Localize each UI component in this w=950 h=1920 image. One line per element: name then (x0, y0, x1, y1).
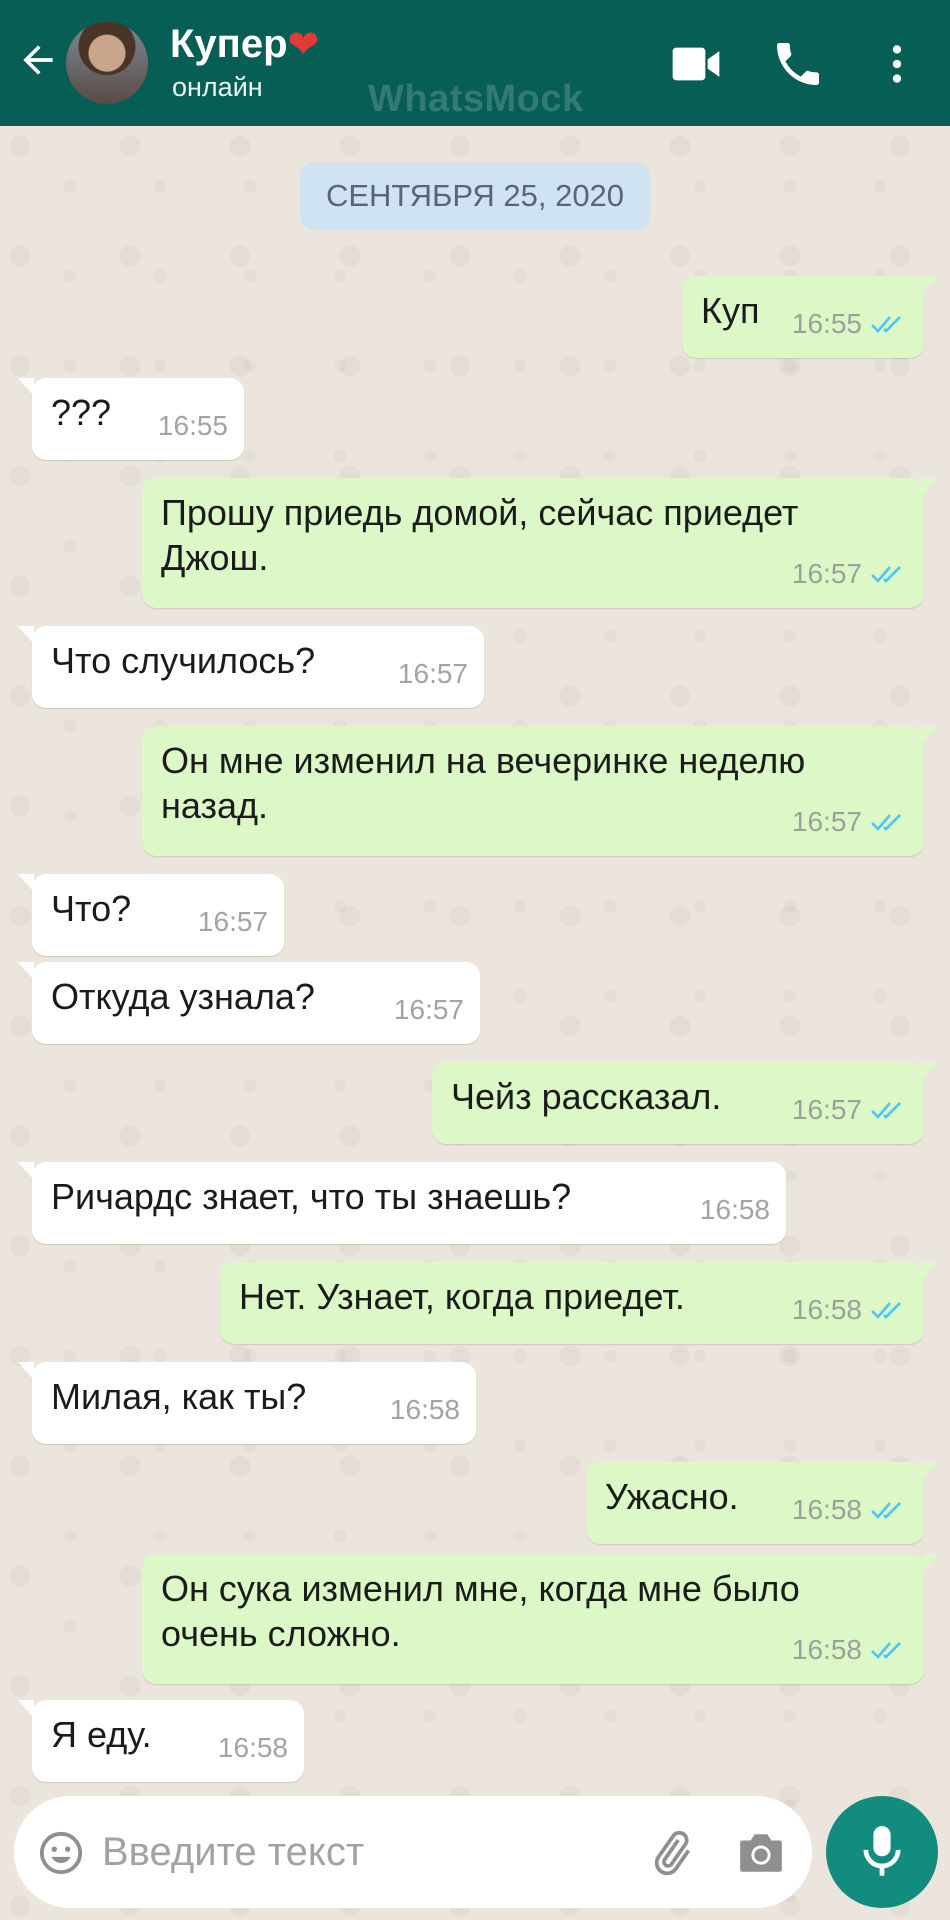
message-meta: 16:55 (158, 403, 228, 448)
message-time: 16:57 (197, 906, 268, 937)
message-outgoing[interactable]: Куп 16:55 (682, 276, 938, 358)
message-text: Чейз рассказал. (451, 1076, 722, 1117)
message-input-bar[interactable]: Введите текст (14, 1796, 812, 1908)
message-incoming[interactable]: Откуда узнала? 16:57 (18, 962, 480, 1044)
message-outgoing[interactable]: Ужасно. 16:58 (586, 1462, 938, 1544)
back-arrow-icon[interactable] (16, 38, 60, 82)
message-meta: 16:57 (792, 799, 908, 844)
message-time: 16:58 (389, 1394, 460, 1425)
message-incoming[interactable]: Что случилось? 16:57 (18, 626, 484, 708)
message-meta: 16:57 (394, 987, 464, 1032)
read-ticks-icon (871, 1641, 901, 1659)
watermark: WhatsMock (368, 78, 584, 120)
read-ticks-icon (871, 1301, 901, 1319)
message-text: Откуда узнала? (51, 976, 315, 1017)
message-time: 16:58 (791, 1634, 862, 1665)
read-ticks-icon (871, 315, 901, 333)
message-time: 16:58 (791, 1294, 862, 1325)
message-time: 16:57 (397, 658, 468, 689)
message-meta: 16:58 (792, 1287, 908, 1332)
message-outgoing[interactable]: Он мне изменил на вечеринке неделю назад… (142, 726, 938, 856)
message-time: 16:57 (791, 558, 862, 589)
emoji-icon[interactable] (38, 1830, 84, 1876)
message-text: Что? (51, 888, 132, 929)
message-meta: 16:58 (700, 1187, 770, 1232)
message-outgoing[interactable]: Нет. Узнает, когда приедет. 16:58 (220, 1262, 938, 1344)
message-meta: 16:58 (390, 1387, 460, 1432)
message-input-placeholder[interactable]: Введите текст (102, 1830, 364, 1875)
message-meta: 16:57 (792, 551, 908, 596)
message-time: 16:57 (791, 806, 862, 837)
message-text: Куп (701, 290, 760, 331)
read-ticks-icon (871, 565, 901, 583)
phone-icon[interactable] (770, 36, 826, 92)
message-meta: 16:57 (792, 1087, 908, 1132)
more-vertical-icon[interactable] (872, 36, 922, 92)
message-meta: 16:58 (792, 1487, 908, 1532)
message-text: Нет. Узнает, когда приедет. (239, 1276, 685, 1317)
message-time: 16:57 (791, 1094, 862, 1125)
attach-icon[interactable] (646, 1828, 696, 1878)
read-ticks-icon (871, 1101, 901, 1119)
contact-name-text: Купер (170, 22, 288, 66)
message-incoming[interactable]: Милая, как ты? 16:58 (18, 1362, 476, 1444)
contact-status: онлайн (172, 72, 263, 102)
message-text: Ричардс знает, что ты знаешь? (51, 1176, 572, 1217)
camera-icon[interactable] (736, 1830, 786, 1876)
message-text: Я еду. (51, 1714, 152, 1755)
message-incoming[interactable]: Я еду. 16:58 (18, 1700, 304, 1782)
heart-icon: ❤ (287, 24, 320, 66)
message-time: 16:58 (217, 1732, 288, 1763)
contact-name[interactable]: Купер❤ (170, 22, 319, 67)
message-meta: 16:57 (398, 651, 468, 696)
message-text: ??? (51, 392, 112, 433)
message-meta: 16:58 (792, 1627, 908, 1672)
message-meta: 16:55 (792, 301, 908, 346)
message-outgoing[interactable]: Он сука изменил мне, когда мне было очен… (142, 1554, 938, 1684)
mic-icon (863, 1826, 901, 1876)
message-incoming[interactable]: ??? 16:55 (18, 378, 244, 460)
message-text: Что случилось? (51, 640, 316, 681)
message-time: 16:57 (393, 994, 464, 1025)
message-time: 16:58 (791, 1494, 862, 1525)
message-incoming[interactable]: Ричардс знает, что ты знаешь? 16:58 (18, 1162, 786, 1244)
mic-button[interactable] (826, 1796, 938, 1908)
date-separator: СЕНТЯБРЯ 25, 2020 (300, 162, 650, 230)
video-call-icon[interactable] (668, 36, 724, 92)
message-time: 16:55 (157, 410, 228, 441)
read-ticks-icon (871, 1501, 901, 1519)
message-incoming[interactable]: Что? 16:57 (18, 874, 284, 956)
message-text: Ужасно. (605, 1476, 739, 1517)
message-time: 16:55 (791, 308, 862, 339)
chat-header: Купер❤ онлайн WhatsMock (0, 0, 950, 126)
message-time: 16:58 (699, 1194, 770, 1225)
message-text: Милая, как ты? (51, 1376, 307, 1417)
message-outgoing[interactable]: Чейз рассказал. 16:57 (432, 1062, 938, 1144)
read-ticks-icon (871, 813, 901, 831)
message-meta: 16:58 (218, 1725, 288, 1770)
message-meta: 16:57 (198, 899, 268, 944)
contact-avatar[interactable] (66, 22, 148, 104)
message-outgoing[interactable]: Прошу приедь домой, сейчас приедет Джош.… (142, 478, 938, 608)
